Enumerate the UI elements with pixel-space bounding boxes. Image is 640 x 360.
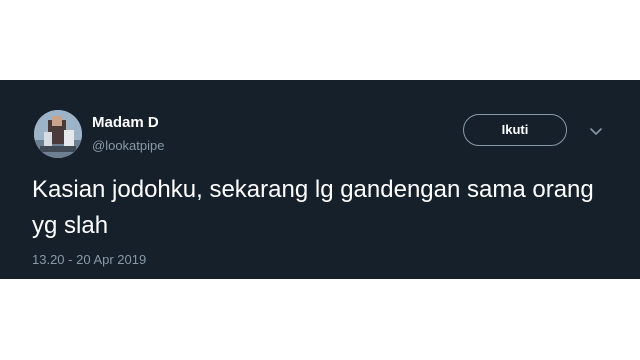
more-options-button[interactable] (586, 124, 606, 140)
user-handle[interactable]: @lookatpipe (92, 138, 164, 154)
user-avatar-icon (34, 110, 82, 158)
tweet-timestamp[interactable]: 13.20 - 20 Apr 2019 (32, 252, 146, 268)
chevron-down-icon (590, 128, 602, 135)
avatar[interactable] (34, 110, 82, 158)
tweet-text: Kasian jodohku, sekarang lg gandengan sa… (32, 176, 594, 239)
display-name[interactable]: Madam D (92, 114, 159, 132)
follow-button[interactable]: Ikuti (463, 114, 567, 146)
page: Madam D @lookatpipe Ikuti Kasian jodohku… (0, 0, 640, 360)
